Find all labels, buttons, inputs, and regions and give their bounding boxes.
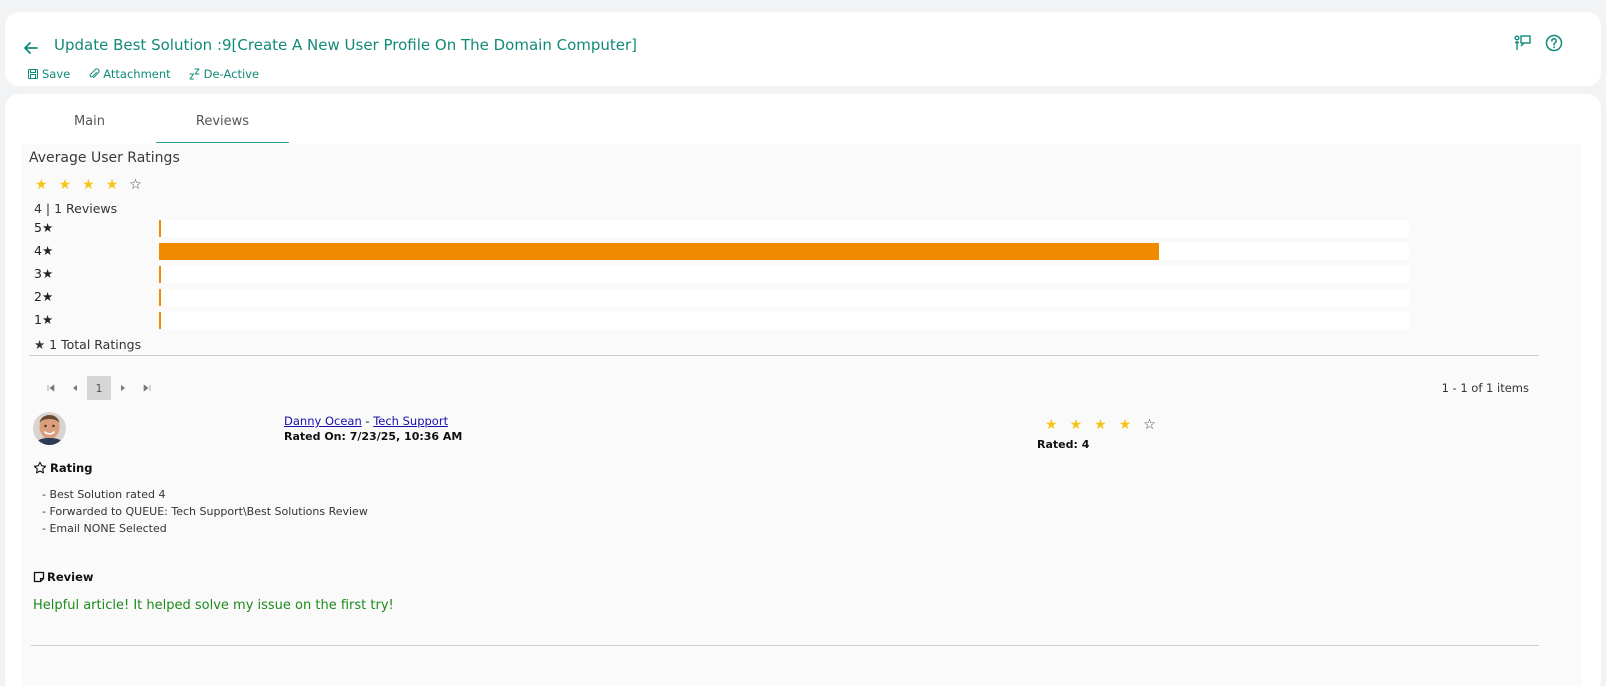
rating-bar-fill: [159, 289, 161, 306]
divider: [29, 355, 1539, 356]
star-filled-icon: ★: [1045, 417, 1058, 433]
total-ratings: ★ 1 Total Ratings: [34, 337, 142, 352]
rating-bar-fill: [159, 220, 161, 237]
star-filled-icon: ★: [82, 177, 95, 193]
save-icon: [28, 69, 38, 79]
rating-bar-label: 2★: [34, 289, 54, 304]
rating-lines: - Best Solution rated 4 - Forwarded to Q…: [42, 486, 368, 537]
header-card: Update Best Solution :9[Create A New Use…: [5, 12, 1601, 86]
rated-value: Rated: 4: [1037, 438, 1090, 451]
rating-heading-label: Rating: [50, 461, 93, 475]
review-stars: ★ ★ ★ ★ ☆: [1045, 418, 1156, 432]
rating-bar-label: 3★: [34, 266, 54, 281]
reviewer-separator: -: [361, 414, 374, 428]
star-filled-icon: ★: [1094, 417, 1107, 433]
first-page-button[interactable]: [39, 376, 63, 400]
paperclip-icon: [89, 68, 100, 79]
deactive-label: De-Active: [203, 67, 260, 81]
rated-on: Rated On: 7/23/25, 10:36 AM: [284, 430, 463, 443]
rating-bar-track: [159, 266, 1409, 283]
next-page-icon: [121, 385, 125, 391]
next-page-button[interactable]: [111, 376, 135, 400]
rating-bar-track: [159, 220, 1409, 237]
pager: 1: [39, 376, 159, 400]
star-filled-icon: ★: [58, 177, 72, 193]
rating-bar-label: 4★: [34, 243, 54, 258]
star-filled-icon: ★: [1118, 417, 1132, 433]
average-ratings-title: Average User Ratings: [29, 150, 180, 166]
rating-line: - Email NONE Selected: [42, 522, 167, 535]
sleep-icon: [189, 68, 200, 80]
avatar: [33, 412, 66, 445]
rating-line: - Forwarded to QUEUE: Tech Support\Best …: [42, 505, 368, 518]
rating-line: - Best Solution rated 4: [42, 488, 166, 501]
top-right-icons: [1513, 34, 1563, 56]
attachment-button[interactable]: Attachment: [88, 67, 171, 81]
save-label: Save: [42, 67, 71, 81]
review-heading-label: Review: [47, 570, 94, 584]
rating-bar-1: 1★: [34, 312, 1434, 330]
rating-bar-track: [159, 243, 1409, 260]
rating-bar-4: 4★: [34, 243, 1434, 261]
main-card: Main Reviews Average User Ratings ★ ★ ★ ★ ☆ …: [5, 94, 1601, 686]
save-button[interactable]: Save: [27, 67, 70, 81]
back-arrow-icon[interactable]: [21, 38, 41, 58]
rating-bar-2: 2★: [34, 289, 1434, 307]
page-number[interactable]: 1: [87, 376, 111, 400]
page-title: Update Best Solution :9[Create A New Use…: [54, 36, 638, 54]
items-count: 1 - 1 of 1 items: [1441, 381, 1529, 395]
rating-bar-track: [159, 312, 1409, 329]
presenter-icon[interactable]: [1513, 34, 1531, 56]
rating-bar-3: 3★: [34, 266, 1434, 284]
last-page-button[interactable]: [135, 376, 159, 400]
rating-bar-fill: [159, 243, 1159, 260]
last-page-icon: [143, 384, 151, 392]
rating-bar-5: 5★: [34, 220, 1434, 238]
star-empty-icon: ☆: [1143, 417, 1156, 433]
divider: [31, 645, 1539, 646]
rating-bar-label: 5★: [34, 220, 54, 235]
star-filled-icon: ★: [35, 177, 48, 193]
prev-page-icon: [73, 385, 77, 391]
toolbar: Save Attachment De-Active: [27, 67, 259, 81]
first-page-icon: [47, 384, 55, 392]
reviews-panel: Average User Ratings ★ ★ ★ ★ ☆ 4 | 1 Reviews…: [21, 144, 1581, 686]
reviewer-team-link[interactable]: Tech Support: [373, 414, 448, 428]
star-filled-icon: ★: [1069, 417, 1083, 433]
help-icon[interactable]: [1545, 34, 1563, 56]
star-outline-icon: [33, 461, 47, 474]
deactive-button[interactable]: De-Active: [189, 67, 259, 81]
ratings-summary: 4 | 1 Reviews: [34, 201, 118, 216]
note-icon: [33, 571, 45, 583]
star-filled-icon: ★: [105, 177, 119, 193]
attachment-label: Attachment: [103, 67, 171, 81]
rating-bar-fill: [159, 312, 161, 329]
reviewer-name-link[interactable]: Danny Ocean: [284, 414, 362, 428]
reviewer: Danny Ocean - Tech Support: [284, 414, 448, 428]
average-stars: ★ ★ ★ ★ ☆: [35, 178, 142, 192]
prev-page-button[interactable]: [63, 376, 87, 400]
rating-bar-track: [159, 289, 1409, 306]
tab-main[interactable]: Main: [23, 112, 156, 143]
tab-bar: Main Reviews: [23, 112, 289, 143]
review-text: Helpful article! It helped solve my issu…: [33, 598, 394, 613]
rating-heading: Rating: [33, 461, 92, 475]
star-empty-icon: ☆: [129, 177, 142, 193]
rating-bar-label: 1★: [34, 312, 54, 327]
tab-reviews[interactable]: Reviews: [156, 112, 289, 143]
rating-bar-fill: [159, 266, 161, 283]
review-heading: Review: [33, 570, 94, 584]
